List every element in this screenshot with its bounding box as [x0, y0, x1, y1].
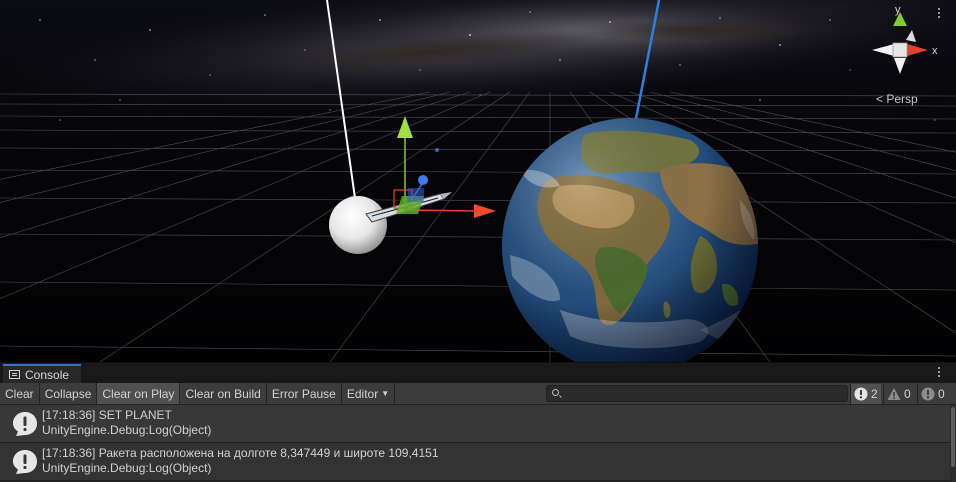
warning-icon: [887, 388, 901, 400]
gizmo-x-label: x: [932, 45, 938, 57]
gizmo-y-label: y: [895, 4, 901, 16]
clear-on-build-toggle[interactable]: Clear on Build: [180, 383, 267, 404]
console-tab-bar: Console: [0, 363, 956, 383]
log-scrollbar[interactable]: [950, 405, 956, 482]
editor-dropdown[interactable]: Editor ▼: [342, 383, 396, 404]
tab-console-label: Console: [25, 367, 70, 382]
search-icon: [552, 389, 559, 396]
error-count-toggle[interactable]: 0: [917, 384, 948, 404]
log-stacktrace: UnityEngine.Debug:Log(Object): [42, 461, 212, 475]
log-message: [17:18:36] SET PLANET: [42, 408, 172, 422]
scene-view[interactable]: y x < Persp: [0, 0, 956, 362]
scene-canvas[interactable]: y x: [0, 0, 956, 362]
editor-dropdown-label: Editor: [346, 386, 379, 401]
clear-button[interactable]: Clear: [0, 383, 40, 404]
console-panel: Console Clear Collapse Clear on Play Cle…: [0, 362, 956, 482]
scrollbar-thumb[interactable]: [951, 407, 955, 467]
error-icon: [921, 387, 935, 401]
info-count-toggle[interactable]: 2: [850, 384, 881, 404]
log-message: [17:18:36] Ракета расположена на долготе…: [42, 446, 439, 460]
console-tab-icon: [9, 370, 20, 379]
scene-menu-icon[interactable]: [936, 8, 942, 22]
collapse-button[interactable]: Collapse: [40, 383, 98, 404]
warning-count-toggle[interactable]: 0: [883, 384, 914, 404]
console-toolbar: Clear Collapse Clear on Play Clear on Bu…: [0, 383, 956, 405]
console-search[interactable]: [546, 385, 848, 402]
projection-toggle[interactable]: < Persp: [876, 92, 918, 106]
console-log-list: [17:18:36] SET PLANET UnityEngine.Debug:…: [0, 405, 950, 482]
error-pause-toggle[interactable]: Error Pause: [267, 383, 342, 404]
log-stacktrace: UnityEngine.Debug:Log(Object): [42, 423, 212, 437]
warning-count: 0: [904, 387, 911, 401]
clear-on-play-toggle[interactable]: Clear on Play: [97, 383, 181, 404]
info-message-icon: [13, 412, 37, 436]
log-entry[interactable]: [17:18:36] SET PLANET UnityEngine.Debug:…: [0, 405, 950, 443]
info-message-icon: [13, 450, 37, 474]
unity-editor: y x < Persp Console Clear Collapse Clear…: [0, 0, 956, 482]
moon-object[interactable]: [329, 196, 387, 254]
error-count: 0: [938, 387, 945, 401]
info-count: 2: [871, 387, 878, 401]
console-menu-icon[interactable]: [936, 367, 942, 381]
info-icon: [854, 387, 868, 401]
tab-console[interactable]: Console: [3, 364, 81, 383]
search-input[interactable]: [563, 386, 843, 401]
log-entry[interactable]: [17:18:36] Ракета расположена на долготе…: [0, 443, 950, 481]
chevron-down-icon: ▼: [381, 389, 390, 398]
